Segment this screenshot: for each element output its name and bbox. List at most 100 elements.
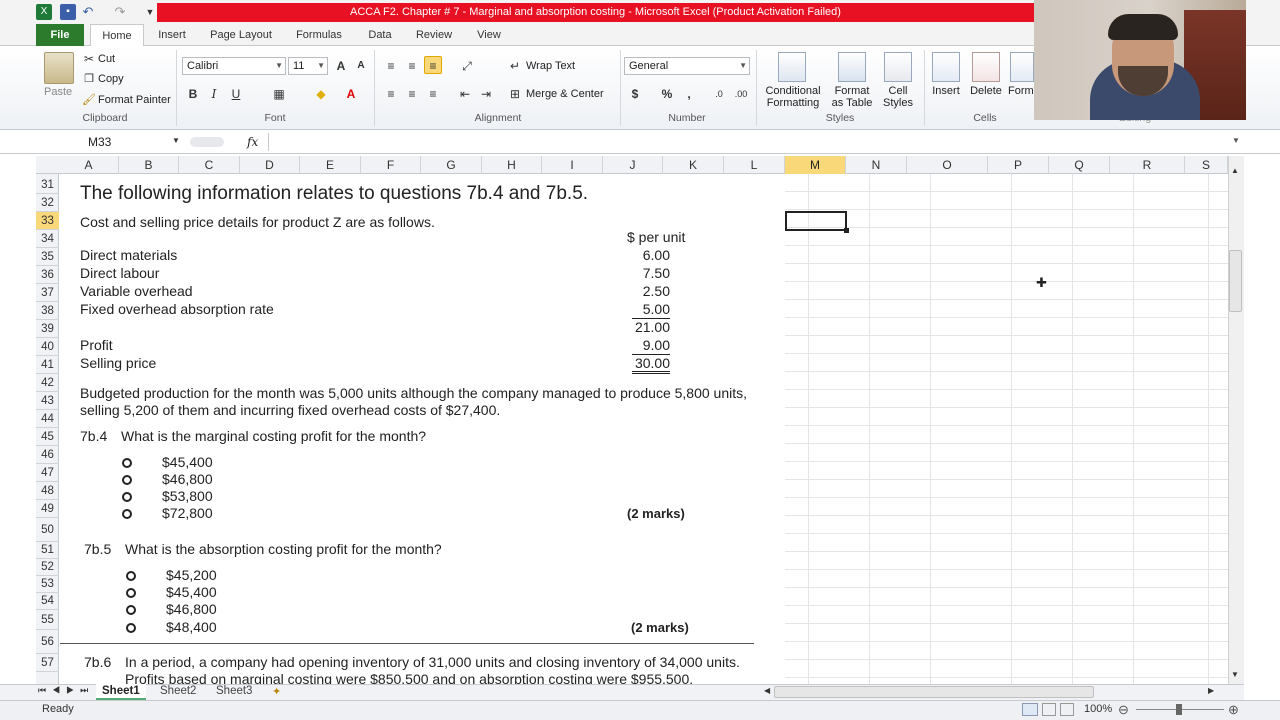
column-header[interactable]: F [361,156,421,174]
sheet-tab-sheet2[interactable]: Sheet2 [154,684,202,700]
scroll-up-icon[interactable]: ▲ [1231,166,1239,175]
increase-decimal-icon[interactable]: .0 [710,85,728,103]
row-header[interactable]: 32 [36,194,59,212]
sheet-nav-arrows-icon[interactable]: ⏮◀▶⏭ [38,685,94,696]
page-break-view-icon[interactable] [1060,703,1074,716]
paste-icon[interactable] [44,52,74,84]
column-header[interactable]: J [603,156,663,174]
merge-center-icon[interactable]: ⊞ [506,85,524,103]
row-header[interactable]: 46 [36,446,59,464]
row-header[interactable]: 37 [36,284,59,302]
row-header[interactable]: 57 [36,654,59,672]
number-format-select[interactable]: General ▼ [624,57,750,75]
column-header[interactable]: P [988,156,1049,174]
cell-styles-icon[interactable] [884,52,912,82]
row-header[interactable]: 45 [36,428,59,446]
tab-file[interactable]: File [36,24,84,46]
column-header[interactable]: A [59,156,119,174]
scroll-down-icon[interactable]: ▼ [1231,670,1239,679]
column-header[interactable]: R [1110,156,1185,174]
insert-sheet-icon[interactable]: ✦ [272,685,281,698]
delete-cells-button[interactable]: Delete [966,85,1006,97]
column-header[interactable]: G [421,156,482,174]
row-header[interactable]: 41 [36,356,59,374]
delete-cells-icon[interactable] [972,52,1000,82]
radio-option-icon[interactable] [126,623,136,633]
column-header-selected[interactable]: M [785,156,846,174]
tab-review[interactable]: Review [410,24,458,46]
format-as-table-icon[interactable] [838,52,866,82]
grow-font-icon[interactable]: A [332,57,350,75]
row-header[interactable]: 35 [36,248,59,266]
column-header[interactable]: K [663,156,724,174]
row-header[interactable]: 43 [36,392,59,410]
cut-icon[interactable]: ✂ [80,50,98,68]
vertical-scrollbar[interactable] [1228,156,1244,684]
active-cell[interactable] [785,211,849,233]
row-header[interactable]: 44 [36,410,59,428]
row-header[interactable]: 48 [36,482,59,500]
row-header[interactable]: 51 [36,542,59,559]
cell-styles-button[interactable]: Cell [880,85,916,97]
copy-icon[interactable]: ❐ [80,70,98,88]
row-header[interactable]: 50 [36,518,59,542]
row-header[interactable]: 47 [36,464,59,482]
increase-indent-icon[interactable]: ⇥ [477,85,495,103]
radio-option-icon[interactable] [122,475,132,485]
borders-icon[interactable]: ▦ [270,85,288,103]
row-header[interactable]: 42 [36,374,59,392]
align-bottom-icon[interactable]: ≡ [424,56,442,74]
font-color-icon[interactable]: A [342,85,360,103]
shrink-font-icon[interactable]: A [352,57,370,75]
scroll-left-icon[interactable]: ◀ [764,686,770,695]
column-header[interactable]: E [300,156,361,174]
redo-icon[interactable]: ↷ [112,4,128,20]
align-middle-icon[interactable]: ≡ [403,57,421,75]
wrap-text-button[interactable]: Wrap Text [526,60,575,72]
insert-function-icon[interactable]: fx [247,133,265,151]
orientation-icon[interactable]: ⤢ [458,57,476,75]
tab-formulas[interactable]: Formulas [290,24,348,46]
paste-button[interactable]: Paste [44,86,72,98]
row-header[interactable]: 34 [36,230,59,248]
sheet-tab-sheet3[interactable]: Sheet3 [210,684,258,700]
vertical-scroll-thumb[interactable] [1229,250,1242,312]
radio-option-icon[interactable] [126,571,136,581]
formula-input[interactable] [268,133,1234,151]
normal-view-icon[interactable] [1022,703,1038,716]
row-header[interactable]: 49 [36,500,59,518]
tab-home[interactable]: Home [90,24,144,47]
column-header[interactable]: Q [1049,156,1110,174]
column-header[interactable]: L [724,156,785,174]
row-header[interactable]: 36 [36,266,59,284]
tab-view[interactable]: View [470,24,508,46]
decrease-decimal-icon[interactable]: .00 [732,85,750,103]
align-right-icon[interactable]: ≡ [424,85,442,103]
format-cells-button[interactable]: Form [1008,85,1034,97]
comma-button[interactable]: , [680,85,698,103]
tab-page-layout[interactable]: Page Layout [204,24,278,46]
format-painter-icon[interactable]: 🖌 [80,91,98,109]
row-header[interactable]: 31 [36,176,59,194]
radio-option-icon[interactable] [122,509,132,519]
name-box[interactable]: M33 [36,133,184,151]
column-header[interactable]: N [846,156,907,174]
font-name-select[interactable]: Calibri ▼ [182,57,286,75]
underline-button[interactable]: U [227,85,245,103]
cut-button[interactable]: Cut [98,53,115,65]
zoom-level[interactable]: 100% [1084,703,1112,715]
expand-formula-bar-icon[interactable]: ▼ [1232,136,1240,145]
customize-toolbar-icon[interactable]: ▼ [142,4,158,20]
radio-option-icon[interactable] [122,492,132,502]
decrease-indent-icon[interactable]: ⇤ [456,85,474,103]
sheet-tab-sheet1[interactable]: Sheet1 [96,684,146,700]
conditional-formatting-icon[interactable] [778,52,806,82]
wrap-text-icon[interactable]: ↵ [506,57,524,75]
align-left-icon[interactable]: ≡ [382,85,400,103]
radio-option-icon[interactable] [126,588,136,598]
page-layout-view-icon[interactable] [1042,703,1056,716]
undo-icon[interactable]: ↶ [80,4,96,20]
insert-cells-icon[interactable] [932,52,960,82]
copy-button[interactable]: Copy [98,73,124,85]
scroll-right-icon[interactable]: ▶ [1208,686,1214,695]
